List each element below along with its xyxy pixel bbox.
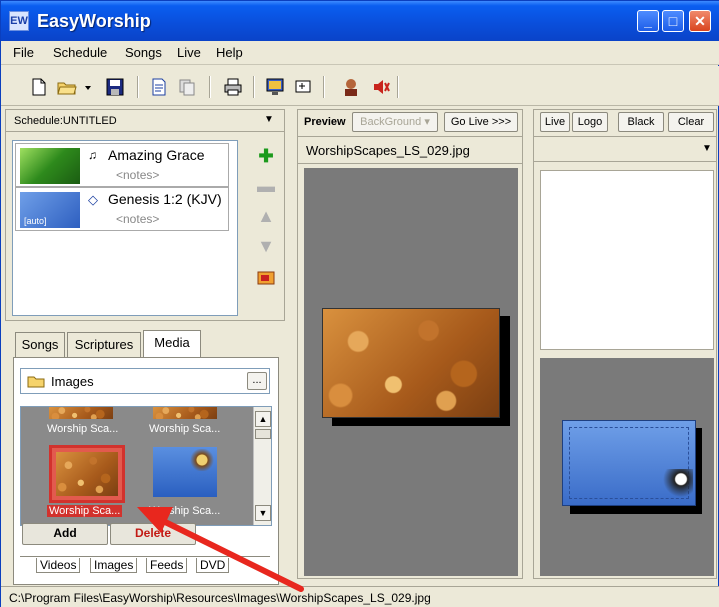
annotation-arrow-icon (137, 507, 304, 592)
app-window: EW EasyWorship _ □ ✕ File Schedule Songs… (0, 0, 719, 607)
